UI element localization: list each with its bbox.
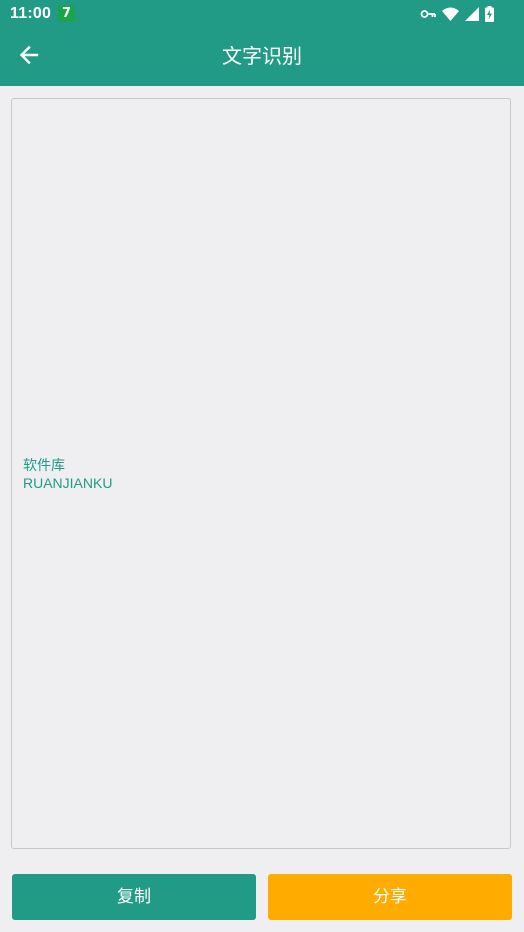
status-bar: 11:00 7: [0, 0, 524, 30]
cell-signal-icon: [465, 7, 479, 21]
vpn-key-icon: [420, 8, 436, 20]
battery-charging-icon: [485, 6, 494, 22]
share-button[interactable]: 分享: [268, 874, 512, 920]
app-bar: 11:00 7 文字识别: [0, 0, 524, 86]
arrow-back-icon: [19, 45, 39, 70]
status-icons: [420, 6, 494, 22]
back-button[interactable]: [14, 42, 44, 72]
recognized-text-line: 软件库: [23, 456, 65, 473]
status-time: 11:00: [10, 5, 52, 22]
recognized-text-area[interactable]: 软件库 RUANJIANKU: [11, 98, 511, 849]
wifi-icon: [442, 7, 459, 21]
copy-button[interactable]: 复制: [12, 874, 256, 920]
page-title: 文字识别: [222, 46, 302, 68]
notification-badge: 7: [58, 5, 75, 22]
recognized-text-line: RUANJIANKU: [23, 474, 113, 491]
